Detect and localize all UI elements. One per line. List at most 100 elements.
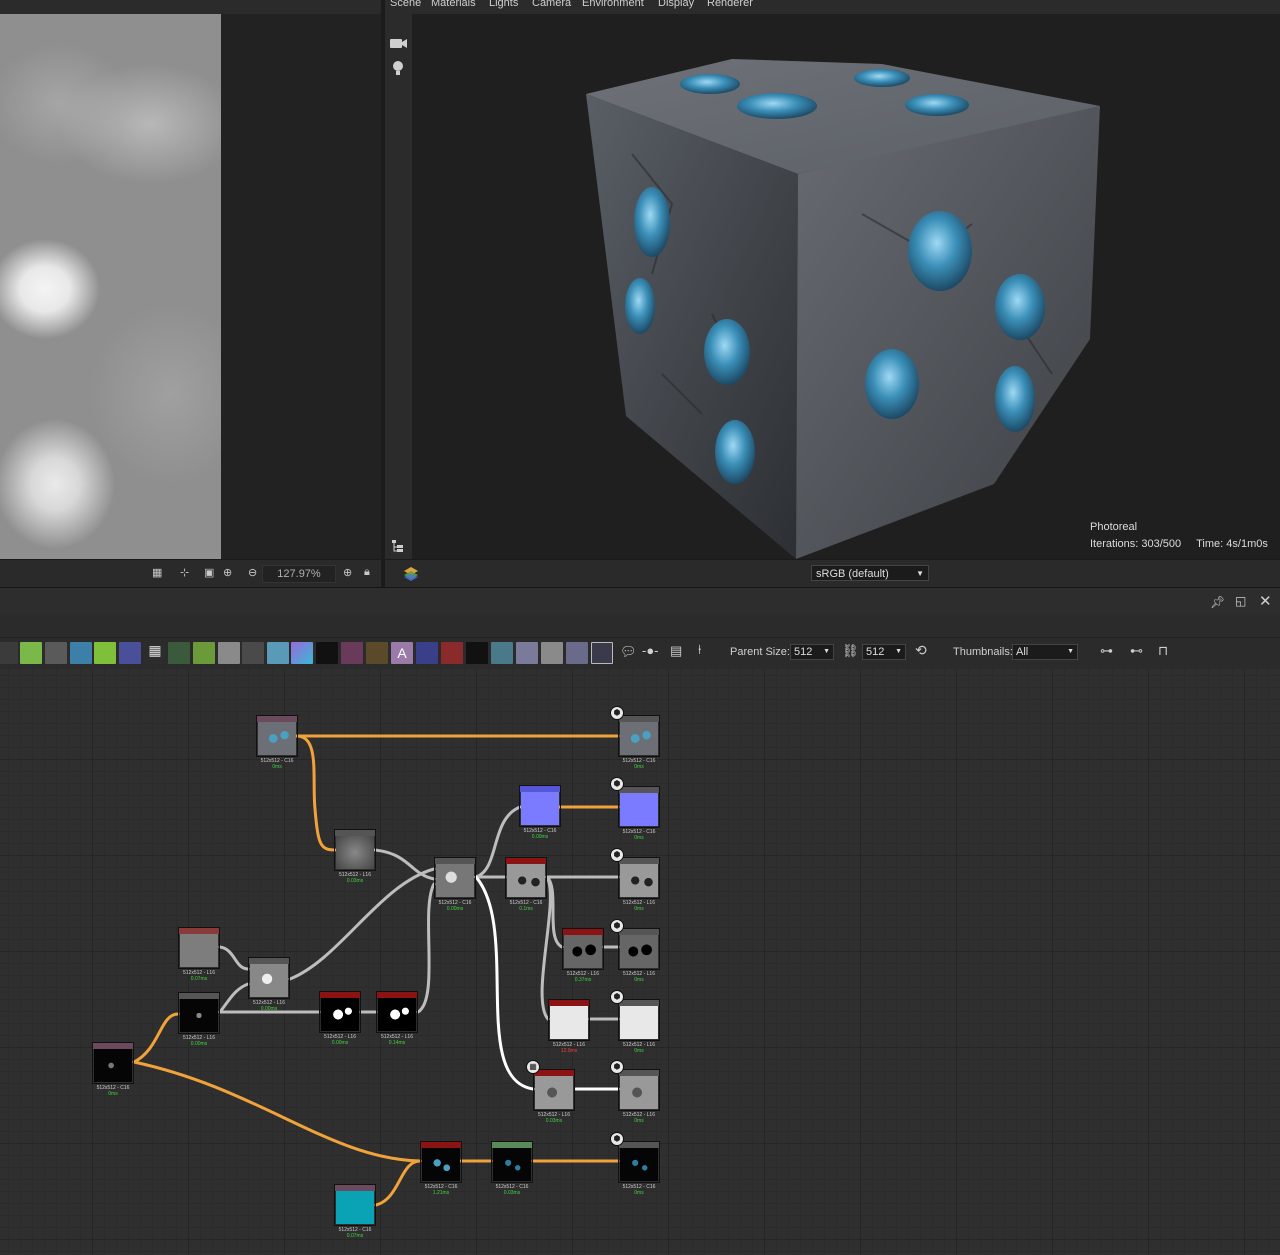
menu-renderer[interactable]: Renderer [707,0,753,9]
layers-icon[interactable] [403,565,419,581]
2d-view-toolbar: ▦ ⊹ ▣ ⊕ ⊖ 127.97% ⊕ 🔒︎ [0,559,381,588]
output-node[interactable] [618,1069,660,1111]
node-time-label: 12.0ms [560,1048,578,1054]
graph-node[interactable] [519,785,561,827]
comment-icon[interactable]: 💬︎ [620,644,637,660]
zoom-level-field[interactable]: 127.97% [262,565,336,583]
light-bulb-icon[interactable] [391,59,405,77]
normal-node-icon[interactable] [291,642,313,664]
graph-node[interactable] [562,928,604,970]
graph-node[interactable] [92,1042,134,1084]
graph-node[interactable] [505,857,547,899]
noise-node-icon[interactable] [316,642,338,664]
image-node-icon[interactable] [516,642,538,664]
lock-icon[interactable]: 🔒︎ [364,566,370,579]
fit-view-icon[interactable]: ▣ [204,566,214,579]
grid-icon[interactable]: ▦ [152,566,162,579]
close-icon[interactable]: ✕ [1259,592,1272,610]
graph-node[interactable] [533,1069,575,1111]
align-vertical-icon[interactable]: ⊷ [1130,643,1143,659]
align-horizontal-icon[interactable]: ⊶ [1100,643,1113,659]
curve-node-icon[interactable] [20,642,42,664]
triangle-node-icon[interactable] [366,642,388,664]
gradient-node-icon[interactable] [94,642,116,664]
link-icon[interactable]: ⛓︎ [842,643,859,659]
warp-node-icon[interactable] [341,642,363,664]
zoom-out-icon[interactable]: ⊖ [248,566,257,579]
grid-node-icon[interactable]: ▦ [144,642,166,664]
menu-camera[interactable]: Camera [532,0,571,9]
graph-node[interactable] [178,992,220,1034]
3d-view-toolbar: sRGB (default) ▼ [385,559,1280,588]
shuffle-node-icon[interactable] [0,642,18,664]
fx-map-icon[interactable] [566,642,588,664]
node-time-label: 0.07ms [346,1233,364,1239]
menu-lights[interactable]: Lights [489,0,518,9]
node-time-label: 0ms [272,764,282,770]
tile-node-icon[interactable] [491,642,513,664]
graph-node[interactable] [334,1184,376,1226]
dot-node-icon[interactable]: -●- [642,643,659,658]
fill-node-icon[interactable] [441,642,463,664]
value-node-icon[interactable] [218,642,240,664]
graph-node[interactable] [334,829,376,871]
svg-node-icon[interactable] [591,642,613,664]
graph-node[interactable] [248,957,290,999]
chevron-down-icon: ▼ [916,569,924,578]
menu-display[interactable]: Display [658,0,694,9]
menu-scene[interactable]: Scene [390,0,421,9]
frame-icon[interactable]: ▤ [670,643,682,659]
text-node-icon[interactable]: A [391,642,413,664]
camera-icon[interactable] [389,36,408,50]
output-node[interactable] [618,715,660,757]
graph-node[interactable] [178,927,220,969]
output-node-icon[interactable] [168,642,190,664]
center-view-icon[interactable]: ⊕ [223,566,232,579]
node-graph-canvas[interactable]: 512x512 - C16 0ms 512x512 - L16 0.03ms 5… [0,669,1280,1255]
node-time-label: 0.00ms [331,1040,349,1046]
3d-viewport[interactable] [412,14,1280,559]
graph-node[interactable] [376,991,418,1033]
output-icon: ⬢ [610,919,624,933]
zoom-in-icon[interactable]: ⊕ [343,566,352,579]
output-node[interactable] [618,928,660,970]
node-time-label: 0.14ms [388,1040,406,1046]
node-time-label: 1.21ms [432,1190,450,1196]
output-node[interactable] [618,786,660,828]
frame-node-icon[interactable] [416,642,438,664]
circle-node-icon[interactable] [119,642,141,664]
colorspace-select[interactable]: sRGB (default) ▼ [811,565,929,581]
menu-environment[interactable]: Environment [582,0,644,9]
2d-view-canvas[interactable] [0,14,221,559]
levels-node-icon[interactable] [242,642,264,664]
transform-node-icon[interactable] [70,642,92,664]
output-size-select[interactable]: 512 ▼ [862,644,906,660]
graph-node[interactable] [548,999,590,1041]
input-node-icon[interactable] [193,642,215,664]
graph-node[interactable] [434,857,476,899]
graph-node[interactable] [319,991,361,1033]
node-time-label: 0.00ms [260,1006,278,1012]
snap-icon[interactable]: ⊓ [1158,643,1168,659]
graph-node[interactable] [256,715,298,757]
output-node[interactable] [618,857,660,899]
output-icon: ⬢ [610,848,624,862]
pin-node-icon[interactable]: ⍿ [698,642,701,658]
bitmap-node-icon[interactable] [466,642,488,664]
graph-node[interactable] [491,1141,533,1183]
pin-icon[interactable]: 📌︎ [1210,595,1225,609]
blend-node-icon[interactable] [45,642,67,664]
output-node[interactable] [618,1141,660,1183]
histogram-node-icon[interactable] [267,642,289,664]
menu-materials[interactable]: Materials [431,0,476,9]
scene-tree-icon[interactable] [391,539,405,553]
graph-node[interactable] [420,1141,462,1183]
reset-icon[interactable]: ⟲ [915,642,927,659]
pixel-processor-icon[interactable] [541,642,563,664]
render-status: Photoreal Iterations: 303/500 Time: 4s/1m… [1090,519,1268,553]
output-node[interactable] [618,999,660,1041]
maximize-icon[interactable]: ◱ [1235,594,1246,608]
parent-size-select[interactable]: 512 ▼ [790,644,834,660]
thumbnails-select[interactable]: All ▼ [1012,644,1078,660]
tiling-icon[interactable]: ⊹ [180,566,189,579]
